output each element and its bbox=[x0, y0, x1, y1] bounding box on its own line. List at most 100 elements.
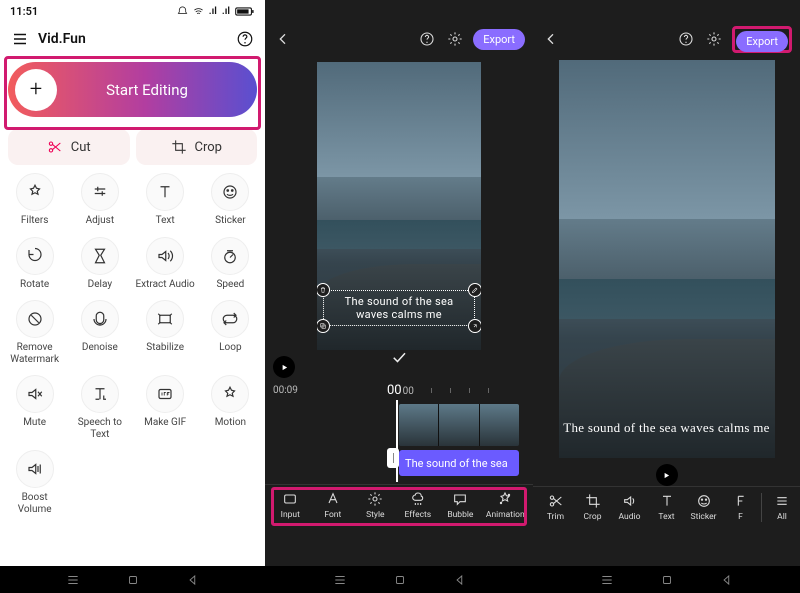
settings-button[interactable] bbox=[704, 29, 724, 49]
text-tool-bubble[interactable]: Bubble bbox=[443, 491, 477, 520]
tool-delay[interactable]: Delay bbox=[67, 237, 132, 291]
stabilize-icon bbox=[146, 300, 184, 338]
recents-icon[interactable] bbox=[333, 573, 347, 587]
main-tool-all[interactable]: All bbox=[761, 493, 795, 522]
text-tool-font[interactable]: Font bbox=[316, 491, 350, 520]
caption-selected[interactable]: The sound of the sea waves calms me bbox=[323, 290, 475, 326]
tool-label: Boost Volume bbox=[5, 492, 65, 515]
confirm-button[interactable] bbox=[390, 348, 408, 370]
video-clip[interactable] bbox=[399, 404, 519, 446]
tool-label: Mute bbox=[23, 417, 46, 429]
sticker-icon bbox=[211, 173, 249, 211]
resize-handle[interactable] bbox=[468, 319, 481, 333]
tool-denoise[interactable]: Denoise bbox=[67, 300, 132, 365]
time-cursor: 0000 bbox=[387, 383, 414, 398]
recents-icon[interactable] bbox=[66, 573, 80, 587]
tool-label: Filters bbox=[21, 215, 49, 227]
text-tool-input[interactable]: Input bbox=[273, 491, 307, 520]
settings-button[interactable] bbox=[445, 29, 465, 49]
highlight-export: Export bbox=[732, 26, 792, 53]
tool-sticker[interactable]: Sticker bbox=[198, 173, 263, 227]
tool-mute[interactable]: Mute bbox=[2, 375, 67, 440]
editor-header: Export bbox=[265, 22, 533, 56]
main-tool-sticker[interactable]: Sticker bbox=[687, 493, 721, 522]
denoise-icon bbox=[81, 300, 119, 338]
plus-icon: + bbox=[15, 69, 57, 111]
effects-icon bbox=[410, 491, 426, 507]
main-tool-f[interactable]: F bbox=[724, 493, 758, 522]
status-time: 11:51 bbox=[10, 5, 38, 18]
tool-text[interactable]: Text bbox=[133, 173, 198, 227]
home-icon[interactable] bbox=[660, 573, 674, 587]
tool-boost-volume[interactable]: Boost Volume bbox=[2, 450, 67, 515]
edit-handle[interactable] bbox=[468, 283, 481, 297]
delete-handle[interactable] bbox=[317, 283, 330, 297]
video-preview[interactable]: The sound of the sea waves calms me bbox=[559, 60, 775, 458]
export-button[interactable]: Export bbox=[736, 31, 788, 52]
back-icon[interactable] bbox=[720, 573, 734, 587]
menu-button[interactable] bbox=[10, 29, 30, 49]
home-icon[interactable] bbox=[126, 573, 140, 587]
back-icon[interactable] bbox=[453, 573, 467, 587]
style-icon bbox=[367, 491, 383, 507]
tool-speed[interactable]: Speed bbox=[198, 237, 263, 291]
delay-icon bbox=[81, 237, 119, 275]
help-button[interactable] bbox=[417, 29, 437, 49]
tool-label: Stabilize bbox=[146, 342, 184, 354]
speed-icon bbox=[211, 237, 249, 275]
home-icon[interactable] bbox=[393, 573, 407, 587]
help-button[interactable] bbox=[676, 29, 696, 49]
bubble-icon bbox=[452, 491, 468, 507]
tool-rotate[interactable]: Rotate bbox=[2, 237, 67, 291]
text-tool-style[interactable]: Style bbox=[358, 491, 392, 520]
crop-button[interactable]: Crop bbox=[136, 129, 258, 165]
tool-stabilize[interactable]: Stabilize bbox=[133, 300, 198, 365]
main-tool-text[interactable]: Text bbox=[650, 493, 684, 522]
time-start: 00:09 bbox=[273, 385, 298, 396]
text-tool-animation[interactable]: Animation bbox=[486, 491, 525, 520]
tool-extract-audio[interactable]: Extract Audio bbox=[133, 237, 198, 291]
video-preview[interactable]: The sound of the sea waves calms me bbox=[317, 62, 481, 350]
back-button[interactable] bbox=[541, 29, 561, 49]
back-icon[interactable] bbox=[186, 573, 200, 587]
main-tool-crop[interactable]: Crop bbox=[576, 493, 610, 522]
sticker-icon bbox=[696, 493, 712, 509]
speech-to-text-icon bbox=[81, 375, 119, 413]
caption-text: The sound of the sea waves calms me bbox=[345, 295, 454, 321]
editor-header: Export bbox=[533, 22, 800, 56]
tool-loop[interactable]: Loop bbox=[198, 300, 263, 365]
play-button[interactable] bbox=[656, 464, 678, 486]
tool-label: Delay bbox=[88, 279, 112, 291]
main-tool-trim[interactable]: Trim bbox=[539, 493, 573, 522]
start-editing-button[interactable]: + Start Editing bbox=[8, 62, 257, 117]
tool-label: Denoise bbox=[82, 342, 118, 354]
export-button[interactable]: Export bbox=[473, 29, 525, 50]
cut-label: Cut bbox=[71, 140, 91, 155]
mute-icon bbox=[16, 375, 54, 413]
tool-remove-watermark[interactable]: Remove Watermark bbox=[2, 300, 67, 365]
scissors-icon bbox=[47, 139, 63, 155]
text-tool-effects[interactable]: Effects bbox=[401, 491, 435, 520]
crop-icon bbox=[171, 139, 187, 155]
wifi-icon bbox=[193, 6, 204, 17]
text-clip[interactable]: The sound of the sea bbox=[399, 450, 519, 476]
extract-audio-icon bbox=[146, 237, 184, 275]
recents-icon[interactable] bbox=[600, 573, 614, 587]
tool-speech-to-text[interactable]: Speech to Text bbox=[67, 375, 132, 440]
crop-label: Crop bbox=[195, 140, 222, 155]
timeline[interactable]: 00:09 0000 The sound of the sea bbox=[265, 382, 533, 484]
status-bar: 11:51 .ıl.ıl bbox=[0, 0, 265, 22]
motion-icon bbox=[211, 375, 249, 413]
playhead[interactable] bbox=[396, 400, 398, 482]
tool-filters[interactable]: Filters bbox=[2, 173, 67, 227]
tool-label: Sticker bbox=[215, 215, 246, 227]
tool-make-gif[interactable]: Make GIF bbox=[133, 375, 198, 440]
main-tool-audio[interactable]: Audio bbox=[613, 493, 647, 522]
play-button[interactable] bbox=[273, 356, 295, 378]
cut-button[interactable]: Cut bbox=[8, 129, 130, 165]
tool-motion[interactable]: Motion bbox=[198, 375, 263, 440]
back-button[interactable] bbox=[273, 29, 293, 49]
help-button[interactable] bbox=[235, 29, 255, 49]
tool-adjust[interactable]: Adjust bbox=[67, 173, 132, 227]
audio-icon bbox=[622, 493, 638, 509]
